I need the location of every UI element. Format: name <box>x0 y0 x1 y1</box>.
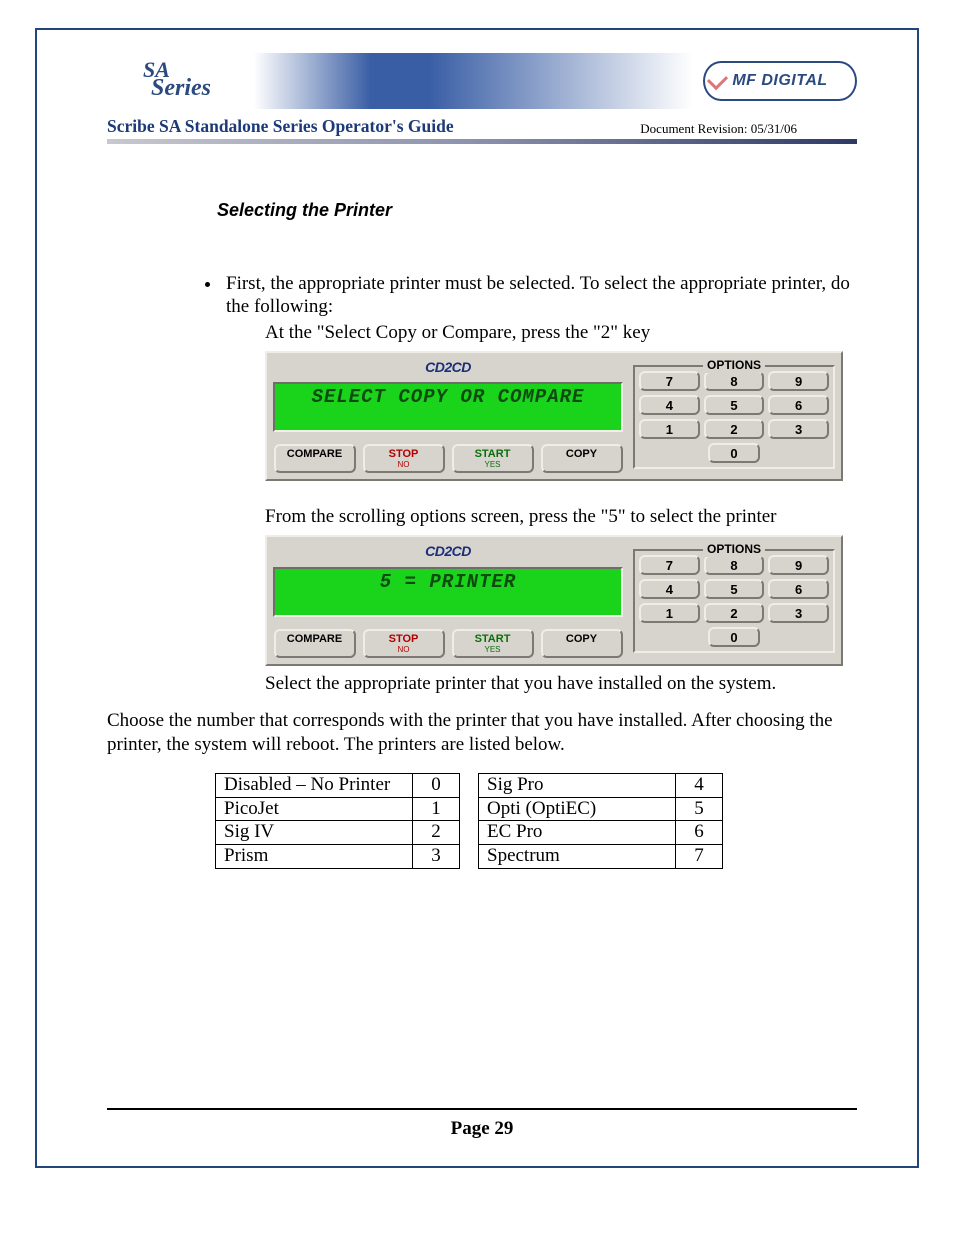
table-row: PicoJet1 <box>216 797 460 821</box>
printer-table-right: Sig Pro4 Opti (OptiEC)5 EC Pro6 Spectrum… <box>478 773 723 869</box>
button-row: COMPARE STOPNO STARTYES COPY <box>273 444 623 473</box>
key-5[interactable]: 5 <box>704 395 765 415</box>
options-frame: OPTIONS 7 8 9 4 5 6 1 2 3 0 <box>633 549 835 653</box>
section-title: Selecting the Printer <box>217 199 857 222</box>
key-8[interactable]: 8 <box>704 371 765 391</box>
page-border: SA Series MF DIGITAL Scribe SA Standalon… <box>35 28 919 1168</box>
start-button[interactable]: STARTYES <box>452 629 534 658</box>
table-row: Sig Pro4 <box>479 773 723 797</box>
key-1[interactable]: 1 <box>639 603 700 623</box>
start-button[interactable]: STARTYES <box>452 444 534 473</box>
key-0[interactable]: 0 <box>708 443 760 463</box>
key-2[interactable]: 2 <box>704 603 765 623</box>
key-5[interactable]: 5 <box>704 579 765 599</box>
table-row: Sig IV2 <box>216 821 460 845</box>
stop-button[interactable]: STOPNO <box>363 629 445 658</box>
printer-tables: Disabled – No Printer0 PicoJet1 Sig IV2 … <box>215 773 857 869</box>
key-3[interactable]: 3 <box>768 419 829 439</box>
page-footer: Page 29 <box>107 1108 857 1140</box>
key-7[interactable]: 7 <box>639 371 700 391</box>
page-number: Page 29 <box>107 1118 857 1140</box>
header-divider <box>107 139 857 144</box>
compare-button[interactable]: COMPARE <box>274 629 356 658</box>
key-9[interactable]: 9 <box>768 371 829 391</box>
printer-table-left: Disabled – No Printer0 PicoJet1 Sig IV2 … <box>215 773 460 869</box>
sa-series-logo: SA Series <box>143 61 211 98</box>
bullet-text: First, the appropriate printer must be s… <box>226 273 850 318</box>
device-brand: CD2CD <box>273 359 623 377</box>
guide-title: Scribe SA Standalone Series Operator's G… <box>107 116 454 137</box>
table-row: Prism3 <box>216 845 460 869</box>
options-label: OPTIONS <box>703 358 765 373</box>
lcd-display-1: SELECT COPY OR COMPARE <box>273 382 623 432</box>
options-frame: OPTIONS 7 8 9 4 5 6 1 2 3 0 <box>633 365 835 469</box>
key-0[interactable]: 0 <box>708 627 760 647</box>
table-row: Disabled – No Printer0 <box>216 773 460 797</box>
footer-divider <box>107 1108 857 1110</box>
keypad: 7 8 9 4 5 6 1 2 3 0 <box>639 555 829 647</box>
instruction-line-3: Select the appropriate printer that you … <box>265 672 857 696</box>
key-9[interactable]: 9 <box>768 555 829 575</box>
table-row: EC Pro6 <box>479 821 723 845</box>
body-paragraph: Choose the number that corresponds with … <box>107 709 857 757</box>
bullet-list: First, the appropriate printer must be s… <box>222 272 857 320</box>
key-1[interactable]: 1 <box>639 419 700 439</box>
copy-button[interactable]: COPY <box>541 444 623 473</box>
mf-digital-text: MF DIGITAL <box>732 72 827 90</box>
keypad: 7 8 9 4 5 6 1 2 3 0 <box>639 371 829 463</box>
key-6[interactable]: 6 <box>768 395 829 415</box>
copy-button[interactable]: COPY <box>541 629 623 658</box>
key-6[interactable]: 6 <box>768 579 829 599</box>
content: Selecting the Printer First, the appropr… <box>107 199 857 869</box>
table-row: Opti (OptiEC)5 <box>479 797 723 821</box>
instruction-line-2: From the scrolling options screen, press… <box>265 505 857 529</box>
key-4[interactable]: 4 <box>639 579 700 599</box>
mf-digital-logo: MF DIGITAL <box>703 61 857 101</box>
button-row: COMPARE STOPNO STARTYES COPY <box>273 629 623 658</box>
device-brand: CD2CD <box>273 543 623 561</box>
instruction-line-1: At the "Select Copy or Compare, press th… <box>265 321 857 345</box>
key-2[interactable]: 2 <box>704 419 765 439</box>
device-panel-1: CD2CD SELECT COPY OR COMPARE COMPARE STO… <box>265 351 843 482</box>
device-panel-2: CD2CD 5 = PRINTER COMPARE STOPNO STARTYE… <box>265 535 843 666</box>
table-row: Spectrum7 <box>479 845 723 869</box>
options-label: OPTIONS <box>703 542 765 557</box>
lcd-display-2: 5 = PRINTER <box>273 567 623 617</box>
compare-button[interactable]: COMPARE <box>274 444 356 473</box>
key-8[interactable]: 8 <box>704 555 765 575</box>
stop-button[interactable]: STOPNO <box>363 444 445 473</box>
banner-swoop: SA Series <box>107 53 693 109</box>
subheader-row: Scribe SA Standalone Series Operator's G… <box>107 116 857 137</box>
key-3[interactable]: 3 <box>768 603 829 623</box>
bullet-item: First, the appropriate printer must be s… <box>222 272 857 320</box>
page-header: SA Series MF DIGITAL Scribe SA Standalon… <box>107 50 857 144</box>
banner: SA Series MF DIGITAL <box>107 50 857 112</box>
key-4[interactable]: 4 <box>639 395 700 415</box>
doc-revision: Document Revision: 05/31/06 <box>640 121 797 137</box>
logo-line2: Series <box>151 75 211 101</box>
key-7[interactable]: 7 <box>639 555 700 575</box>
